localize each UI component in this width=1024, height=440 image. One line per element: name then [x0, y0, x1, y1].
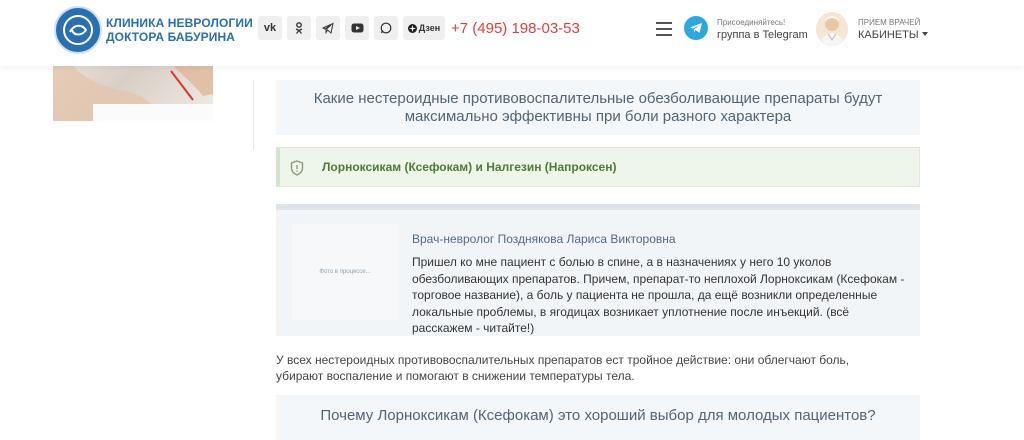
reception-label: Прием врачей: [858, 18, 921, 27]
quote-text: Пришел ко мне пациент с болью в спине, а…: [412, 255, 905, 335]
whatsapp-icon[interactable]: [374, 16, 398, 40]
ok-icon[interactable]: [287, 16, 311, 40]
youtube-icon[interactable]: [345, 16, 369, 40]
site-header: Клиника неврологии доктора Бабурина vk Д…: [0, 0, 1024, 66]
sidebar-image: [53, 66, 213, 121]
clinic-name-line2: доктора Бабурина: [106, 30, 236, 44]
social-links: vk Дзен: [258, 16, 445, 40]
dzen-label: Дзен: [418, 23, 441, 33]
doctor-quote-block: Фото в процессе... Врач-невролог Поздняк…: [276, 204, 920, 336]
telegram-group-icon[interactable]: [684, 16, 708, 40]
dzen-icon[interactable]: Дзен: [403, 16, 445, 40]
dzen-star-icon: [407, 23, 417, 33]
doctor-avatar[interactable]: [816, 12, 848, 46]
answer-box: Лорноксикам (Ксефокам) и Налгезин (Напро…: [276, 147, 920, 187]
telegram-icon[interactable]: [316, 16, 340, 40]
body-paragraph: У всех нестероидных противовоспалительны…: [276, 353, 850, 383]
telegram-join-label: Присоединяйтесь!: [717, 18, 786, 27]
telegram-group-link[interactable]: группа в Telegram: [717, 29, 808, 41]
clinic-logo[interactable]: [54, 6, 102, 54]
logo-emblem-icon: [63, 15, 93, 45]
cabinets-dropdown[interactable]: КАБИНЕТЫ: [858, 29, 928, 41]
question-heading-1: Какие нестероидные противовоспалительные…: [276, 80, 920, 135]
shield-icon: [290, 160, 304, 181]
question-heading-2: Почему Лорноксикам (Ксефокам) это хороши…: [276, 395, 920, 440]
phone-link[interactable]: +7 (495) 198-03-53: [451, 20, 580, 37]
cabinets-label: КАБИНЕТЫ: [858, 29, 919, 41]
clinic-name[interactable]: Клиника неврологии доктора Бабурина: [106, 16, 253, 44]
clinic-name-line1: Клиника неврологии: [106, 16, 253, 30]
chevron-down-icon: [921, 32, 928, 36]
menu-burger-icon[interactable]: [656, 22, 672, 36]
photo-placeholder: Фото в процессе...: [292, 224, 398, 320]
sidebar-divider: [253, 80, 254, 150]
answer-text: Лорноксикам (Ксефокам) и Налгезин (Напро…: [322, 160, 617, 174]
vk-icon[interactable]: vk: [258, 16, 282, 40]
quote-author[interactable]: Врач-невролог Позднякова Лариса Викторов…: [412, 232, 676, 246]
